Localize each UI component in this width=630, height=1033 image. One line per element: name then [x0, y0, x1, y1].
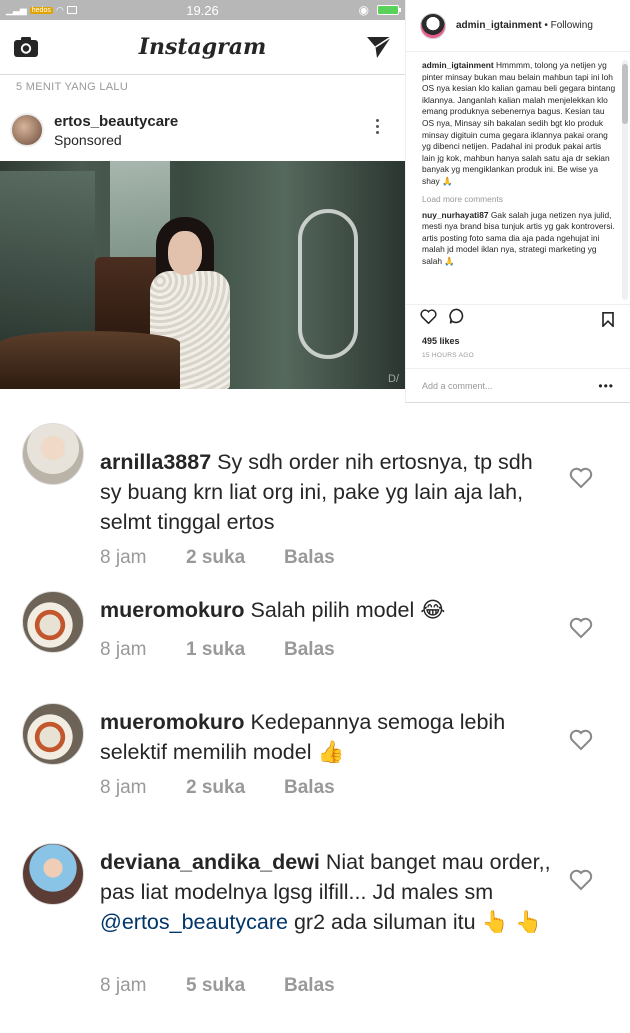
send-icon[interactable]: [365, 33, 393, 61]
reply-button[interactable]: Balas: [284, 777, 335, 799]
desktop-post-panel: admin_igtainment • Following admin_igtai…: [405, 0, 630, 403]
image-watermark: D/: [388, 373, 399, 385]
comment-like-heart-icon[interactable]: [569, 869, 593, 891]
separator-dot: •: [541, 20, 551, 31]
bookmark-icon[interactable]: [602, 312, 614, 332]
add-comment-bar: Add a comment... •••: [406, 368, 630, 402]
post-meta: ertos_beautycare Sponsored: [54, 113, 178, 148]
app-header: Instagram: [0, 20, 405, 75]
post-username[interactable]: ertos_beautycare: [54, 113, 178, 130]
comment-like-heart-icon[interactable]: [569, 729, 593, 751]
comment-text: mueromokuro Kedepannya semoga lebih sele…: [100, 707, 555, 768]
phone-screen: ▁▃▅ hedos ◠ 19.26 ◉ Instagram 5 MENIT YA…: [0, 0, 405, 400]
reply-button[interactable]: Balas: [284, 547, 335, 569]
time-ago-label: 5 MENIT YANG LALU: [16, 81, 129, 93]
status-time: 19.26: [186, 2, 219, 18]
reply-button[interactable]: Balas: [284, 975, 335, 997]
panel-header: admin_igtainment • Following: [406, 0, 630, 52]
battery-icon: [377, 5, 401, 15]
comment-text: mueromokuro Salah pilih model 😂: [100, 595, 555, 626]
commenter-username[interactable]: deviana_andika_dewi: [100, 850, 320, 874]
like-heart-icon[interactable]: [420, 308, 437, 329]
post-time: 15 HOURS AGO: [422, 352, 475, 359]
commenter-username[interactable]: arnilla3887: [100, 450, 211, 474]
reply-button[interactable]: Balas: [284, 639, 335, 661]
comment-likes[interactable]: 5 suka: [186, 975, 284, 997]
image-person-face: [168, 231, 202, 275]
commenter-username[interactable]: mueromokuro: [100, 710, 245, 734]
comment-like-heart-icon[interactable]: [569, 617, 593, 639]
pointing-up-emoji-icon: 👆 👆: [481, 910, 542, 935]
panel-avatar[interactable]: [420, 12, 446, 39]
comment-meta: 8 jam 2 suka Balas: [100, 547, 335, 569]
comment-like-heart-icon[interactable]: [569, 467, 593, 489]
post-header: ertos_beautycare Sponsored: [0, 99, 405, 161]
panel-scrollbar[interactable]: [622, 60, 628, 300]
comment-meta: 8 jam 5 suka Balas: [100, 975, 335, 997]
more-options-icon[interactable]: •••: [598, 379, 614, 393]
camera-icon[interactable]: [12, 33, 40, 61]
laughing-emoji-icon: 😂: [420, 598, 446, 623]
sponsored-label: Sponsored: [54, 131, 122, 148]
commenter-avatar[interactable]: [22, 703, 84, 765]
comment-time: 8 jam: [100, 975, 147, 996]
comment-likes[interactable]: 2 suka: [186, 547, 284, 569]
comment-item: mueromokuro Salah pilih model 😂 8 jam 1 …: [0, 591, 630, 681]
commenter-username[interactable]: mueromokuro: [100, 598, 245, 622]
commenter-avatar[interactable]: [22, 423, 84, 485]
status-bar: ▁▃▅ hedos ◠ 19.26 ◉: [0, 0, 405, 20]
image-swing-chair: [298, 209, 358, 359]
comment-item: arnilla3887 Sy sdh order nih ertosnya, t…: [0, 423, 630, 568]
comment-item: deviana_andika_dewi Niat banget mau orde…: [0, 843, 630, 1003]
follow-status[interactable]: Following: [551, 20, 593, 31]
more-options-icon[interactable]: [376, 119, 379, 134]
add-comment-input[interactable]: Add a comment...: [422, 381, 493, 391]
likes-count[interactable]: 495 likes: [406, 332, 630, 346]
caption-text: Hmmmm, tolong ya netijen yg pinter minsa…: [422, 60, 616, 186]
comment-time: 8 jam: [100, 547, 147, 568]
mention-link[interactable]: @ertos_beautycare: [100, 910, 288, 934]
comment-time: 8 jam: [100, 639, 147, 660]
post-avatar[interactable]: [10, 113, 44, 147]
caption-user[interactable]: admin_igtainment: [422, 60, 494, 70]
post-image[interactable]: D/: [0, 161, 405, 389]
comment-list: arnilla3887 Sy sdh order nih ertosnya, t…: [0, 403, 630, 1033]
caption: admin_igtainment Hmmmm, tolong ya netije…: [422, 60, 616, 188]
panel-username[interactable]: admin_igtainment: [456, 20, 542, 31]
load-more-comments[interactable]: Load more comments: [422, 194, 616, 204]
comment-text: arnilla3887 Sy sdh order nih ertosnya, t…: [100, 447, 555, 537]
comment-bubble-icon[interactable]: [449, 308, 465, 329]
panel-comment-user[interactable]: nuy_nurhayati87: [422, 210, 489, 220]
panel-handle: admin_igtainment • Following: [456, 20, 593, 31]
commenter-avatar[interactable]: [22, 591, 84, 653]
comment-meta: 8 jam 1 suka Balas: [100, 639, 335, 661]
commenter-avatar[interactable]: [22, 843, 84, 905]
image-shelf: [0, 171, 95, 341]
comment-item: mueromokuro Kedepannya semoga lebih sele…: [0, 703, 630, 813]
image-table: [0, 331, 180, 389]
comment-likes[interactable]: 2 suka: [186, 777, 284, 799]
panel-actions: [406, 304, 630, 332]
comment-text: deviana_andika_dewi Niat banget mau orde…: [100, 847, 555, 938]
comment-likes[interactable]: 1 suka: [186, 639, 284, 661]
panel-comments: admin_igtainment Hmmmm, tolong ya netije…: [406, 52, 630, 304]
thumbs-up-emoji-icon: 👍: [317, 740, 345, 765]
app-logo: Instagram: [138, 34, 267, 60]
panel-comment: nuy_nurhayati87 Gak salah juga netizen n…: [422, 210, 616, 268]
comment-content-after: gr2 ada siluman itu: [293, 910, 476, 934]
comment-content: Salah pilih model: [250, 598, 415, 622]
comment-meta: 8 jam 2 suka Balas: [100, 777, 335, 799]
comment-time: 8 jam: [100, 777, 147, 798]
